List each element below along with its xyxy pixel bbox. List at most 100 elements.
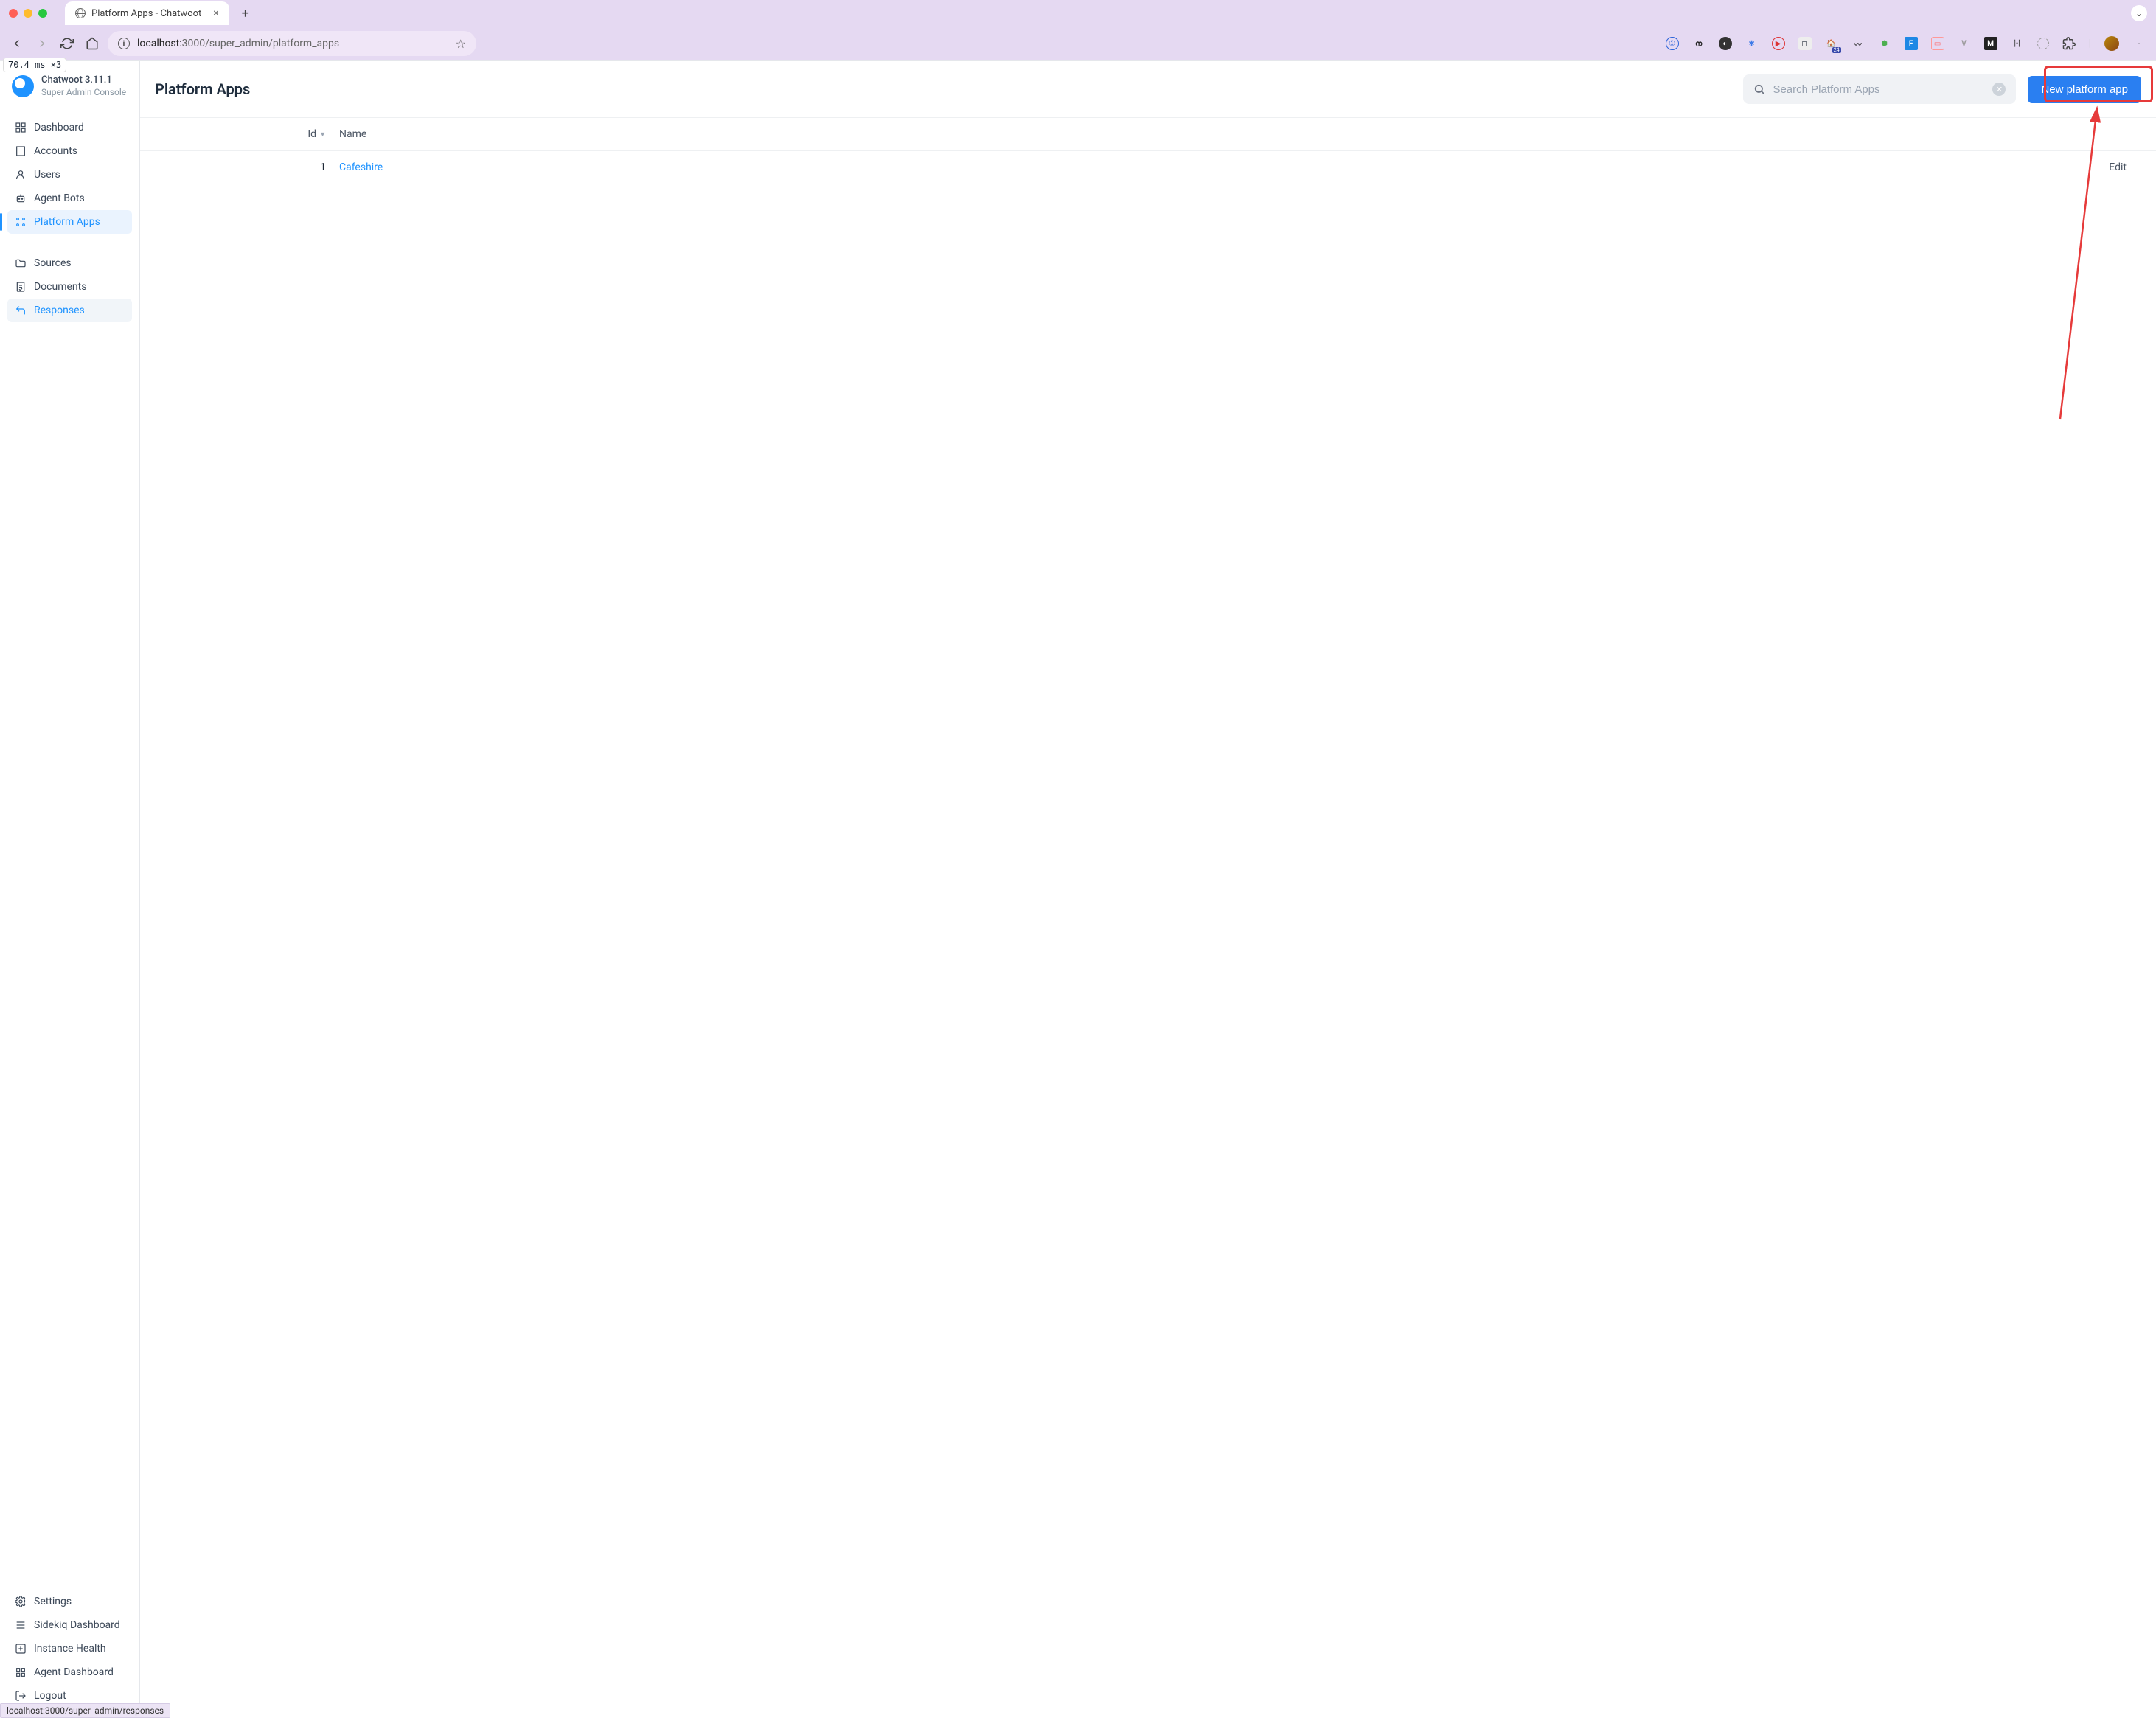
col-header-name[interactable]: Name: [339, 128, 2053, 140]
home-button[interactable]: [86, 37, 99, 50]
browser-menu-button[interactable]: ⋮: [2132, 37, 2146, 50]
back-button[interactable]: [10, 37, 24, 50]
sidebar-item-dashboard[interactable]: Dashboard: [7, 116, 132, 139]
apps-icon: [15, 216, 27, 228]
ext-icon-15[interactable]: [2037, 38, 2049, 49]
folder-icon: [15, 257, 27, 269]
sidebar-item-agent-dashboard[interactable]: Agent Dashboard: [7, 1660, 132, 1684]
col-header-id[interactable]: Id ▼: [155, 128, 339, 140]
sidebar-item-label: Instance Health: [34, 1643, 106, 1655]
browser-title-bar: Platform Apps - Chatwoot × + ⌄: [0, 0, 2156, 27]
document-icon: [15, 281, 27, 293]
ext-icon-5[interactable]: ▶: [1772, 37, 1785, 50]
sidebar-item-label: Agent Bots: [34, 192, 85, 204]
edit-link[interactable]: Edit: [2109, 161, 2127, 173]
ext-icon-8[interactable]: 〰: [1851, 37, 1865, 50]
list-icon: [15, 1619, 27, 1631]
brand[interactable]: Chatwoot 3.11.1 Super Admin Console: [7, 72, 132, 108]
site-info-icon[interactable]: i: [118, 38, 130, 49]
window-controls: [9, 9, 47, 18]
ext-icon-6[interactable]: ◻: [1798, 37, 1812, 50]
ext-icon-11[interactable]: ▭: [1931, 37, 1944, 50]
sidebar-item-settings[interactable]: Settings: [7, 1590, 132, 1613]
reply-icon: [15, 305, 27, 316]
page-header: Platform Apps ✕ New platform app: [140, 61, 2156, 118]
main-content: Platform Apps ✕ New platform app Id ▼ Na…: [140, 61, 2156, 1718]
perf-badge[interactable]: 70.4 ms ×3: [3, 58, 66, 72]
page-title: Platform Apps: [155, 80, 250, 98]
bookmark-star-icon[interactable]: ☆: [456, 37, 466, 51]
ext-icon-4[interactable]: ✱: [1745, 37, 1759, 50]
ext-icon-13[interactable]: M: [1984, 37, 1997, 50]
sort-desc-icon: ▼: [319, 131, 326, 139]
tabs-menu-button[interactable]: ⌄: [2131, 5, 2147, 21]
url-text: localhost:3000/super_admin/platform_apps: [137, 38, 339, 49]
brand-subtitle: Super Admin Console: [41, 87, 126, 97]
sidebar-item-label: Sources: [34, 257, 72, 269]
browser-tab[interactable]: Platform Apps - Chatwoot ×: [65, 1, 229, 25]
clear-search-button[interactable]: ✕: [1992, 83, 2006, 96]
table-row: 1 Cafeshire Edit: [140, 151, 2156, 184]
sidebar-item-label: Settings: [34, 1596, 72, 1607]
sidebar-item-sources[interactable]: Sources: [7, 251, 132, 275]
sidebar-item-agent-bots[interactable]: Agent Bots: [7, 187, 132, 210]
building-icon: [15, 145, 27, 157]
bot-icon: [15, 192, 27, 204]
sidebar-item-label: Agent Dashboard: [34, 1666, 114, 1678]
search-input[interactable]: [1773, 83, 1985, 96]
ext-icon-9[interactable]: ⬢: [1878, 37, 1891, 50]
sidebar-item-responses[interactable]: Responses: [7, 299, 132, 322]
sidebar-item-label: Sidekiq Dashboard: [34, 1619, 120, 1631]
tab-title: Platform Apps - Chatwoot: [91, 8, 201, 19]
platform-apps-table: Id ▼ Name 1 Cafeshire Edit: [140, 118, 2156, 184]
ext-icon-1[interactable]: ①: [1666, 37, 1679, 50]
reload-button[interactable]: [60, 37, 74, 50]
search-box[interactable]: ✕: [1743, 74, 2016, 104]
sidebar-item-label: Users: [34, 169, 60, 181]
ext-icon-14[interactable]: ]•[: [2011, 37, 2024, 50]
new-platform-app-button[interactable]: New platform app: [2028, 76, 2141, 103]
table-header: Id ▼ Name: [140, 118, 2156, 151]
profile-avatar[interactable]: [2104, 36, 2119, 51]
ext-icon-3[interactable]: ◐: [1719, 37, 1732, 50]
minimize-window-button[interactable]: [24, 9, 32, 18]
ext-icon-2[interactable]: ന: [1692, 37, 1705, 50]
forward-button[interactable]: [35, 37, 49, 50]
cell-id: 1: [155, 161, 339, 173]
new-tab-button[interactable]: +: [235, 3, 256, 24]
cell-name-link[interactable]: Cafeshire: [339, 161, 2053, 173]
sidebar-item-instance-health[interactable]: Instance Health: [7, 1637, 132, 1660]
ext-icon-10[interactable]: F: [1905, 37, 1918, 50]
gear-icon: [15, 1596, 27, 1607]
sidebar-item-users[interactable]: Users: [7, 163, 132, 187]
close-window-button[interactable]: [9, 9, 18, 18]
grid-icon: [15, 122, 27, 133]
sidebar: Chatwoot 3.11.1 Super Admin Console Dash…: [0, 61, 140, 1718]
sidebar-item-label: Accounts: [34, 145, 77, 157]
browser-toolbar: i localhost:3000/super_admin/platform_ap…: [0, 27, 2156, 60]
globe-icon: [75, 8, 86, 18]
ext-icon-12[interactable]: V: [1958, 37, 1971, 50]
extensions-menu-icon[interactable]: [2062, 37, 2076, 50]
sidebar-item-label: Documents: [34, 281, 86, 293]
sidebar-item-sidekiq[interactable]: Sidekiq Dashboard: [7, 1613, 132, 1637]
address-bar[interactable]: i localhost:3000/super_admin/platform_ap…: [108, 31, 476, 56]
brand-title: Chatwoot 3.11.1: [41, 74, 126, 86]
user-icon: [15, 169, 27, 181]
search-icon: [1753, 83, 1765, 95]
sidebar-item-label: Logout: [34, 1690, 66, 1702]
sidebar-item-documents[interactable]: Documents: [7, 275, 132, 299]
sidebar-item-platform-apps[interactable]: Platform Apps: [7, 210, 132, 234]
sidebar-item-accounts[interactable]: Accounts: [7, 139, 132, 163]
maximize-window-button[interactable]: [38, 9, 47, 18]
sidebar-item-label: Platform Apps: [34, 216, 100, 228]
brand-logo-icon: [12, 75, 34, 97]
ext-icon-7[interactable]: 🏠24: [1825, 37, 1838, 50]
grid4-icon: [15, 1666, 27, 1678]
status-bar-url: localhost:3000/super_admin/responses: [0, 1703, 170, 1718]
plus-square-icon: [15, 1643, 27, 1655]
extensions-row: ① ന ◐ ✱ ▶ ◻ 🏠24 〰 ⬢ F ▭ V M ]•[ | ⋮: [1666, 36, 2146, 51]
sidebar-item-label: Responses: [34, 305, 85, 316]
close-tab-button[interactable]: ×: [213, 7, 218, 19]
sidebar-item-label: Dashboard: [34, 122, 84, 133]
